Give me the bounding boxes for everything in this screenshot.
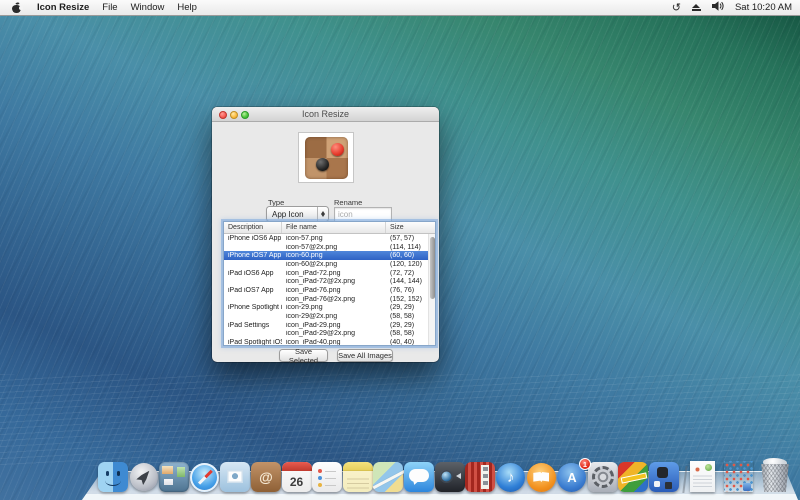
- table-header: Description File name Size: [224, 222, 435, 234]
- calendar-day: 26: [290, 473, 303, 492]
- table-scrollbar[interactable]: [428, 234, 435, 345]
- dock-item-colorful-arrows-app[interactable]: [618, 462, 648, 492]
- dock-item-messages[interactable]: [404, 462, 434, 492]
- table-row[interactable]: iPhone iOS6 Appicon-57.png(57, 57): [224, 234, 428, 243]
- window-title-bar[interactable]: Icon Resize: [212, 107, 439, 122]
- table-row[interactable]: icon-29@2x.png(58, 58): [224, 312, 428, 321]
- zoom-button[interactable]: [241, 111, 249, 119]
- notification-badge: 1: [579, 458, 591, 470]
- column-header-filename[interactable]: File name: [282, 222, 386, 233]
- red-checker-piece: [331, 143, 344, 156]
- menu-file[interactable]: File: [102, 2, 117, 13]
- trash-can-icon: [760, 464, 790, 492]
- file-table: Description File name Size iPhone iOS6 A…: [223, 221, 436, 346]
- menu-help[interactable]: Help: [177, 2, 197, 13]
- dock-item-system-preferences[interactable]: [588, 462, 618, 492]
- dock-item-documents-stack[interactable]: [690, 461, 715, 492]
- table-row[interactable]: iPad iOS7 Appicon_iPad-76.png(76, 76): [224, 286, 428, 295]
- dock-item-launchpad[interactable]: [129, 462, 159, 492]
- icon-resize-window: Icon Resize Type App Icon Rename Descrip…: [212, 107, 439, 362]
- dock-item-contacts[interactable]: @: [251, 462, 281, 492]
- table-row[interactable]: icon_iPad-76@2x.png(152, 152): [224, 295, 428, 304]
- menu-clock[interactable]: Sat 10:20 AM: [735, 2, 792, 13]
- dock-item-ibooks[interactable]: [526, 462, 556, 492]
- dock-item-app-store[interactable]: A1: [557, 462, 587, 492]
- type-dropdown-value: App Icon: [267, 210, 317, 219]
- dock-item-photo-booth[interactable]: [465, 462, 495, 492]
- table-row[interactable]: iPad Spotlight iOS 7icon_iPad-40.png(40,…: [224, 338, 428, 345]
- dock-item-maps[interactable]: [373, 462, 403, 492]
- menu-bar: Icon Resize File Window Help ↺ Sat 10:20…: [0, 0, 800, 16]
- black-checker-piece: [316, 158, 329, 171]
- music-note-icon: ♪: [507, 469, 515, 486]
- dock-item-mission-control[interactable]: [159, 462, 189, 492]
- type-dropdown[interactable]: App Icon: [266, 206, 329, 222]
- dock-item-mail[interactable]: [220, 462, 250, 492]
- table-row[interactable]: iPad Settingsicon_iPad-29.png(29, 29): [224, 321, 428, 330]
- dock: @ 26 ♪ A1: [0, 448, 800, 500]
- dropdown-arrows-icon: [317, 207, 328, 221]
- dock-item-trash[interactable]: [758, 459, 792, 492]
- at-sign-glyph: @: [259, 469, 273, 485]
- eject-icon[interactable]: [692, 4, 701, 11]
- close-button[interactable]: [219, 111, 227, 119]
- rename-label: Rename: [334, 198, 362, 207]
- table-row[interactable]: iPhone Spotlight i...icon-29.png(29, 29): [224, 304, 428, 313]
- rename-input[interactable]: [334, 207, 392, 222]
- desktop: Icon Resize File Window Help ↺ Sat 10:20…: [0, 0, 800, 500]
- table-row[interactable]: icon_iPad-29@2x.png(58, 58): [224, 330, 428, 339]
- table-body: iPhone iOS6 Appicon-57.png(57, 57) icon-…: [224, 234, 428, 345]
- menu-app-name[interactable]: Icon Resize: [37, 2, 89, 13]
- column-header-description[interactable]: Description: [224, 222, 282, 233]
- app-store-a-glyph: A: [567, 470, 576, 485]
- menu-window[interactable]: Window: [131, 2, 165, 13]
- dock-item-finder[interactable]: [98, 462, 128, 492]
- dock-item-icon-resize-app[interactable]: [649, 462, 679, 492]
- minimize-button[interactable]: [230, 111, 238, 119]
- scrollbar-thumb[interactable]: [430, 237, 435, 299]
- dock-item-downloads-stack[interactable]: [724, 461, 753, 492]
- time-machine-icon[interactable]: ↺: [672, 3, 681, 13]
- dock-item-notes[interactable]: [343, 462, 373, 492]
- column-header-size[interactable]: Size: [386, 222, 435, 233]
- table-row[interactable]: icon_iPad-72@2x.png(144, 144): [224, 277, 428, 286]
- apple-menu-icon[interactable]: [12, 3, 21, 13]
- save-selected-button[interactable]: Save Selected: [279, 349, 328, 362]
- dock-item-safari[interactable]: [190, 462, 220, 492]
- dock-item-reminders[interactable]: [312, 462, 342, 492]
- dock-item-calendar[interactable]: 26: [282, 462, 312, 492]
- table-row[interactable]: iPad iOS6 Appicon_iPad-72.png(72, 72): [224, 269, 428, 278]
- checkers-board-icon: [305, 137, 348, 179]
- table-row[interactable]: icon-60@2x.png(120, 120): [224, 260, 428, 269]
- dock-item-facetime-camera[interactable]: [435, 462, 465, 492]
- volume-icon[interactable]: [712, 1, 724, 14]
- icon-preview-well: [298, 132, 354, 183]
- save-all-images-button[interactable]: Save All Images: [337, 349, 393, 362]
- table-row[interactable]: icon-57@2x.png(114, 114): [224, 243, 428, 252]
- dock-item-itunes[interactable]: ♪: [496, 462, 526, 492]
- table-row-selected[interactable]: iPhone iOS7 Appicon-60.png(60, 60): [224, 251, 428, 260]
